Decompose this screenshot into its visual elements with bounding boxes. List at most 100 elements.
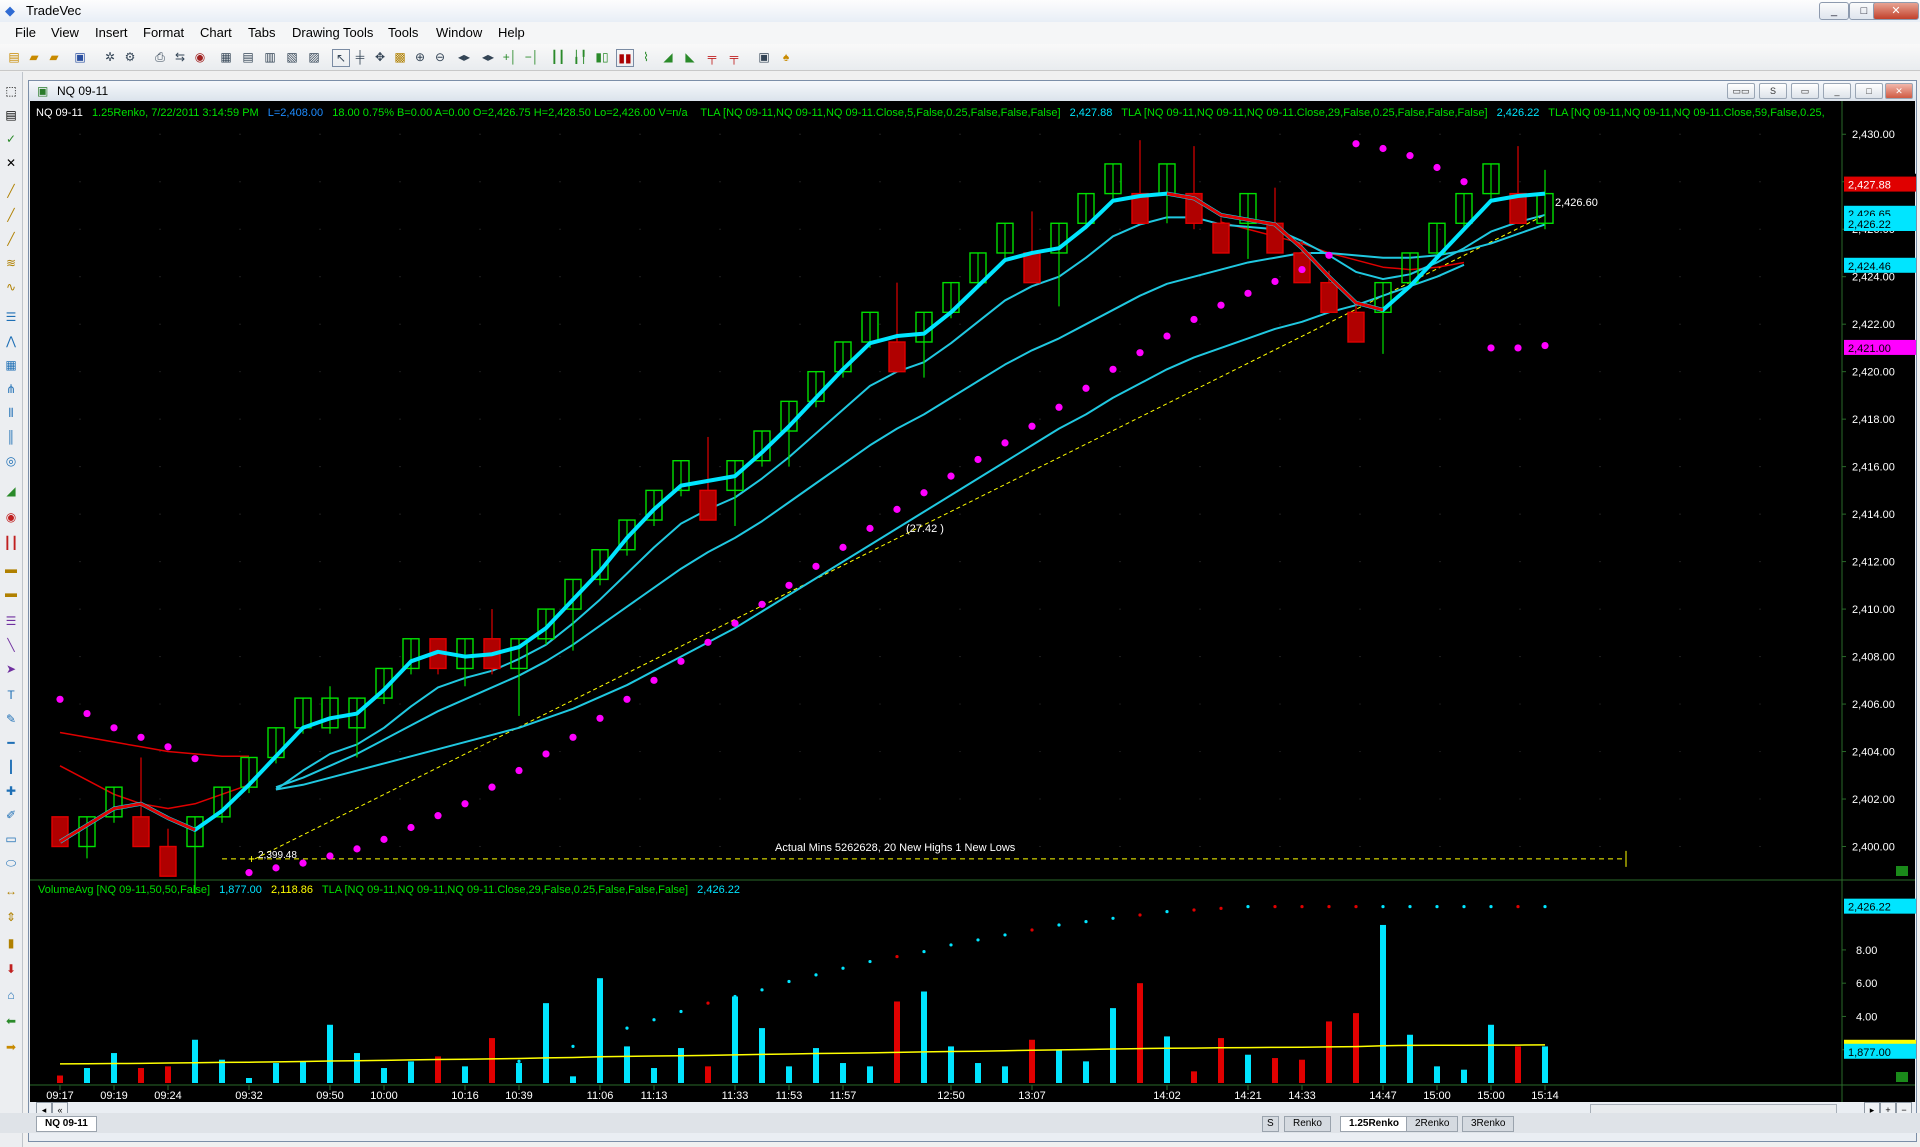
sar-dot (191, 755, 199, 763)
grid-dot (879, 513, 881, 515)
grid-dot (799, 181, 801, 183)
volume-tla-dot (1003, 933, 1007, 937)
grid-dot (239, 750, 241, 753)
price-tick-label: 2,412.00 (1852, 557, 1895, 569)
grid-dot (1679, 228, 1681, 230)
grid-dot (1679, 608, 1681, 610)
grid-dot (319, 276, 321, 278)
grid-dot (159, 608, 161, 610)
grid-dot (79, 418, 81, 420)
grid-dot (239, 371, 241, 373)
grid-dot (1359, 655, 1361, 658)
grid-dot (1759, 371, 1761, 373)
grid-dot (1359, 181, 1361, 183)
grid-dot (79, 133, 81, 135)
volume-bar (1056, 1049, 1062, 1083)
info-tla2-value: 2,426.22 (1497, 107, 1540, 119)
grid-dot (799, 798, 801, 800)
grid-dot (1359, 561, 1361, 563)
sar-dot (1406, 152, 1414, 160)
grid-dot (1119, 845, 1121, 848)
time-label: 11:57 (830, 1090, 857, 1102)
sar-dot (299, 859, 307, 867)
price-tick-label: 2,420.00 (1852, 367, 1895, 379)
grid-dot (1519, 371, 1521, 373)
time-label: 09:19 (100, 1090, 128, 1102)
grid-dot (959, 228, 961, 230)
grid-dot (319, 323, 321, 325)
price-badge: 2,426.22 (1848, 219, 1891, 231)
grid-dot (1039, 845, 1041, 848)
volume-tick-label: 4.00 (1856, 1011, 1877, 1023)
price-badge: 2,421.00 (1848, 343, 1891, 355)
grid-dot (1519, 323, 1521, 325)
volume-tla-dot (598, 1036, 602, 1040)
grid-dot (1599, 276, 1601, 278)
sar-dot (56, 695, 64, 703)
grid-dot (239, 703, 241, 705)
volume-bar (1137, 983, 1143, 1083)
volume-tla-dot (544, 1053, 548, 1057)
price-tick-label: 2,402.00 (1852, 794, 1895, 806)
grid-dot (79, 276, 81, 278)
grid-dot (959, 561, 961, 563)
volume-tla-dot (706, 1001, 710, 1005)
tab-125renko[interactable]: 1.25Renko (1340, 1116, 1409, 1132)
volume-tla-dot (679, 1009, 683, 1014)
grid-dot (799, 466, 801, 468)
info-symbol: NQ 09-11 (36, 107, 83, 119)
sar-dot (110, 724, 118, 732)
grid-dot (1599, 703, 1601, 705)
tab-sync[interactable]: S (1262, 1116, 1279, 1132)
grid-dot (959, 608, 961, 610)
grid-dot (799, 655, 801, 658)
time-label: 11:53 (776, 1090, 803, 1102)
grid-dot (639, 323, 641, 325)
grid-dot (1279, 655, 1281, 658)
grid-dot (1759, 608, 1761, 610)
grid-dot (1039, 133, 1041, 135)
volume-bar (1218, 1038, 1224, 1083)
grid-dot (1679, 418, 1681, 420)
sar-dot (1109, 365, 1117, 373)
grid-dot (1359, 228, 1361, 230)
renko-chart[interactable]: + 2,400.00 2,402.00 2,404.00 2,406.00 2,408.… (0, 0, 1920, 1147)
volume-bar (1488, 1024, 1494, 1083)
sar-dot (1325, 251, 1333, 259)
sar-dot (1541, 341, 1549, 350)
grid-dot (159, 655, 161, 658)
grid-dot (1119, 228, 1121, 230)
grid-dot (719, 845, 721, 848)
grid-dot (719, 608, 721, 610)
grid-dot (79, 798, 81, 800)
grid-dot (1519, 655, 1521, 658)
grid-dot (1119, 418, 1121, 420)
sar-dot (1379, 144, 1387, 153)
grid-dot (319, 608, 321, 610)
grid-dot (399, 276, 401, 278)
tab-3renko[interactable]: 3Renko (1462, 1116, 1515, 1132)
grid-dot (1519, 133, 1521, 135)
vol-info-label: VolumeAvg [NQ 09-11,50,50,False] (38, 884, 210, 896)
sar-dot (137, 733, 145, 741)
grid-dot (1279, 513, 1281, 515)
grid-dot (1039, 228, 1041, 230)
grid-dot (1679, 655, 1681, 658)
grid-dot (1199, 845, 1201, 848)
grid-dot (1519, 513, 1521, 515)
grid-dot (1119, 798, 1121, 800)
grid-dot (239, 798, 241, 800)
volume-bar (543, 1003, 549, 1083)
grid-dot (79, 371, 81, 373)
volume-tla-dot (733, 994, 737, 999)
grid-dot (1679, 466, 1681, 468)
grid-dot (1199, 228, 1201, 230)
tab-2renko[interactable]: 2Renko (1406, 1116, 1459, 1132)
tab-renko[interactable]: Renko (1284, 1116, 1331, 1132)
volume-tla-dot (1381, 905, 1385, 909)
tab-chart-window[interactable]: NQ 09-11 (36, 1116, 97, 1132)
bottom-tab-bar: NQ 09-11 S Renko 1.25Renko 2Renko 3Renko (0, 1113, 1920, 1133)
price-tick-label: 2,424.00 (1852, 272, 1895, 284)
info-tla1-label: TLA [NQ 09-11,NQ 09-11,NQ 09-11.Close,5,… (700, 107, 1060, 119)
volume-tla-dot (1030, 928, 1034, 932)
